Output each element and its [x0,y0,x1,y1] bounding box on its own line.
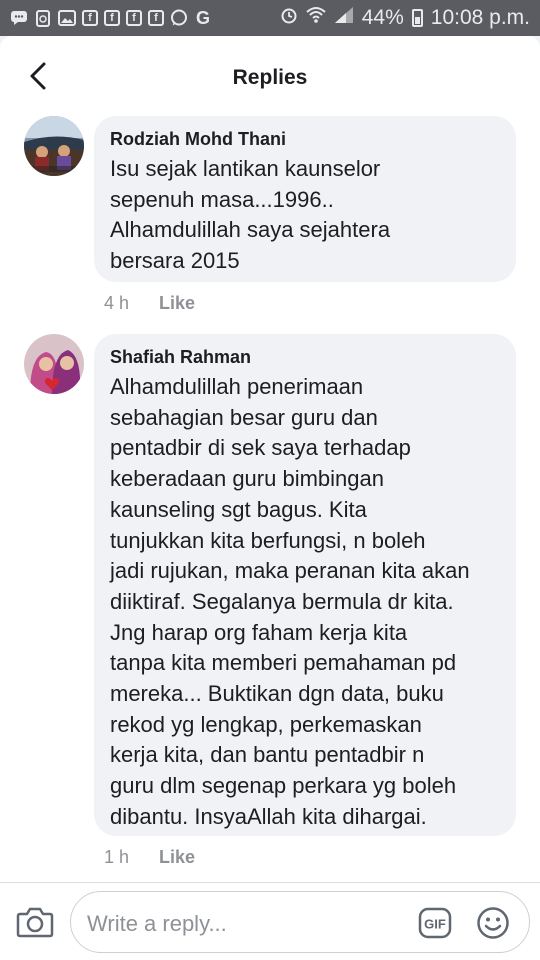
reply-input[interactable]: Write a reply... GIF [70,891,530,953]
camera-button[interactable] [16,903,54,941]
reply-item: Rodziah Mohd Thani Isu sejak lantikan ka… [0,116,540,321]
google-icon: G [195,7,210,28]
facebook-icon: f [148,10,164,26]
avatar[interactable] [24,116,84,176]
comment-meta: 4 h Like [104,293,195,314]
battery-level: 44% [361,6,404,29]
gif-label: GIF [424,917,446,932]
clock: 10:08 p.m. [430,6,530,29]
reply-composer: Write a reply... GIF [0,882,540,960]
status-bar: f f f f G 44% 10:08 p.m. [0,0,540,36]
chat-icon [10,9,28,27]
signal-icon [334,6,354,30]
comment-meta: 1 h Like [104,847,195,868]
like-button[interactable]: Like [159,847,195,868]
comment-bubble[interactable]: Rodziah Mohd Thani Isu sejak lantikan ka… [94,116,516,282]
page-title: Replies [232,66,308,89]
comment-author[interactable]: Shafiah Rahman [110,346,500,368]
reply-item: Shafiah Rahman Alhamdulillah penerimaan … [0,334,540,874]
reply-placeholder: Write a reply... [87,911,227,936]
emoji-button[interactable] [476,906,510,940]
avatar[interactable] [24,334,84,394]
gif-button[interactable]: GIF [418,907,452,939]
comment-text: Isu sejak lantikan kaunselor sepenuh mas… [110,156,391,274]
header: Replies [0,36,540,116]
like-button[interactable]: Like [159,293,195,314]
comment-time[interactable]: 1 h [104,847,129,868]
smiley-icon [477,907,509,939]
image-icon [58,9,76,27]
facebook-icon: f [126,10,142,26]
comment-bubble[interactable]: Shafiah Rahman Alhamdulillah penerimaan … [94,334,516,836]
comment-time[interactable]: 4 h [104,293,129,314]
facebook-icon: f [104,10,120,26]
comment-text: Alhamdulillah penerimaan sebahagian besa… [110,374,470,829]
camera-icon [16,907,54,938]
comment-author[interactable]: Rodziah Mohd Thani [110,128,500,150]
whatsapp-icon [170,9,188,27]
alarm-icon [280,6,298,30]
wifi-icon [306,6,326,30]
facebook-icon: f [82,10,98,26]
recycle-icon [34,9,52,27]
battery-icon [411,9,423,27]
replies-list[interactable]: Rodziah Mohd Thani Isu sejak lantikan ka… [0,116,540,882]
